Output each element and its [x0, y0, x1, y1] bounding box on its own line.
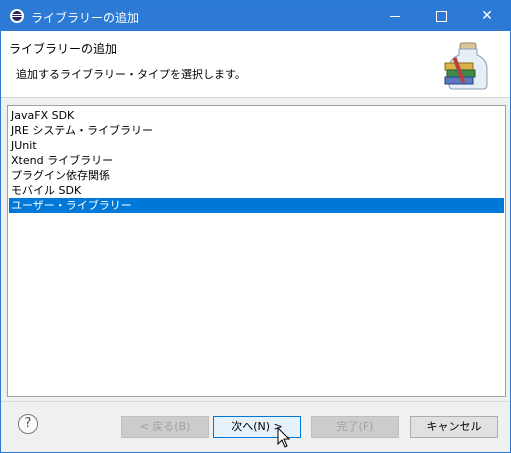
add-library-dialog: ライブラリーの追加 ✕ ライブラリーの追加 追加するライブラリー・タイプを選択し…: [0, 0, 511, 453]
title-bar[interactable]: ライブラリーの追加 ✕: [1, 1, 510, 31]
library-jar-icon: [444, 42, 488, 90]
back-button[interactable]: < 戻る(B): [121, 416, 209, 438]
help-icon[interactable]: ?: [18, 414, 38, 434]
mouse-cursor-icon: [277, 427, 291, 448]
list-item[interactable]: JRE システム・ライブラリー: [9, 123, 504, 138]
cancel-button[interactable]: キャンセル: [410, 416, 498, 438]
footer-divider: [1, 401, 510, 402]
maximize-icon: [435, 10, 447, 22]
eclipse-icon: [10, 9, 24, 23]
minimize-icon: [390, 15, 400, 17]
list-item[interactable]: JavaFX SDK: [9, 108, 504, 123]
library-type-list[interactable]: JavaFX SDK JRE システム・ライブラリー JUnit Xtend ラ…: [7, 105, 506, 397]
page-description: 追加するライブラリー・タイプを選択します。: [16, 68, 246, 81]
finish-button[interactable]: 完了(F): [311, 416, 399, 438]
close-button[interactable]: ✕: [464, 1, 510, 31]
list-item[interactable]: モバイル SDK: [9, 183, 504, 198]
list-item[interactable]: Xtend ライブラリー: [9, 153, 504, 168]
close-icon: ✕: [481, 8, 493, 24]
list-item-selected[interactable]: ユーザー・ライブラリー: [9, 198, 504, 213]
page-title: ライブラリーの追加: [9, 42, 118, 56]
window-title: ライブラリーの追加: [31, 11, 140, 25]
list-item[interactable]: プラグイン依存関係: [9, 168, 504, 183]
list-item[interactable]: JUnit: [9, 138, 504, 153]
maximize-button[interactable]: [418, 1, 464, 31]
wizard-header: ライブラリーの追加 追加するライブラリー・タイプを選択します。: [1, 31, 510, 98]
minimize-button[interactable]: [372, 1, 418, 31]
